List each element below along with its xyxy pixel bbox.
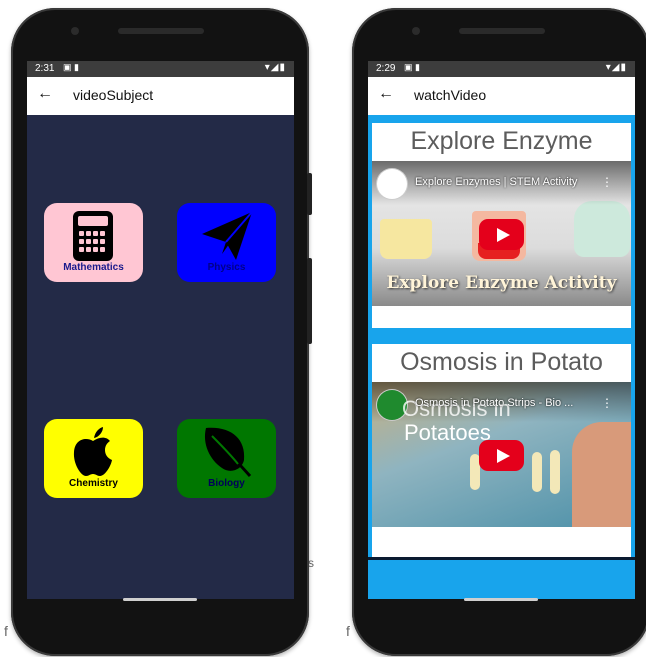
- potato-strip: [532, 452, 542, 492]
- page-title: videoSubject: [73, 87, 154, 103]
- youtube-play-icon[interactable]: [479, 440, 524, 471]
- subject-label: Mathematics: [63, 262, 124, 273]
- video-heading: Osmosis in Potato: [400, 348, 603, 376]
- status-time: 2:31: [35, 63, 55, 74]
- status-bar: 2:29 ▣ ▮ ▾◢▮: [368, 61, 635, 77]
- status-bar: 2:31 ▣ ▮ ▾◢▮: [27, 61, 294, 77]
- subject-grid: Mathematics Physics Chemistry Biology: [27, 115, 294, 599]
- subject-label: Biology: [208, 478, 245, 489]
- video-player[interactable]: Osmosis in Osmosis in Potato Strips - Bi…: [372, 382, 631, 527]
- screen: 2:31 ▣ ▮ ▾◢▮ ← videoSubject Mathematics …: [27, 61, 294, 599]
- video-card: Osmosis in Potato Osmosis in Osmosis in …: [372, 344, 631, 557]
- video-overlay-text: Explore Enzyme Activity: [386, 273, 617, 293]
- signal-battery-icons: ▾◢▮: [605, 62, 627, 73]
- power-button: [307, 173, 312, 215]
- potato-strip: [550, 450, 560, 494]
- youtube-play-icon[interactable]: [479, 219, 524, 250]
- beaker-green: [574, 201, 630, 257]
- phone-frame-videos: 2:29 ▣ ▮ ▾◢▮ ← watchVideo Explore Enzyme: [352, 8, 646, 656]
- back-arrow-icon[interactable]: ←: [37, 85, 53, 103]
- app-bar: ← watchVideo: [368, 77, 635, 115]
- subject-tile-biology[interactable]: Biology: [177, 419, 276, 498]
- screen: 2:29 ▣ ▮ ▾◢▮ ← watchVideo Explore Enzyme: [368, 61, 635, 599]
- video-list[interactable]: Explore Enzyme Explore Enzymes | STEM Ac…: [368, 115, 635, 599]
- signal-battery-icons: ▾◢▮: [264, 62, 286, 73]
- page-title: watchVideo: [414, 87, 487, 103]
- app-bar: ← videoSubject: [27, 77, 294, 115]
- home-indicator[interactable]: [464, 598, 538, 601]
- calculator-icon: [73, 211, 113, 261]
- video-title[interactable]: Osmosis in Potato Strips - Bio ...: [415, 397, 573, 409]
- leaf-icon: [204, 427, 252, 477]
- notification-icons: ▣ ▮: [404, 62, 420, 72]
- volume-button: [307, 258, 312, 344]
- earpiece-speaker: [118, 28, 204, 34]
- video-card: Explore Enzyme Explore Enzymes | STEM Ac…: [372, 123, 631, 328]
- background-letter: f: [346, 623, 350, 639]
- earpiece-speaker: [459, 28, 545, 34]
- phone-frame-subjects: 2:31 ▣ ▮ ▾◢▮ ← videoSubject Mathematics …: [11, 8, 312, 656]
- more-options-icon[interactable]: ⋮: [601, 175, 613, 189]
- subject-tile-chemistry[interactable]: Chemistry: [44, 419, 143, 498]
- beaker-yellow: [380, 219, 432, 259]
- hand: [572, 422, 631, 527]
- video-overlay-text: Potatoes: [404, 420, 491, 445]
- subject-label: Physics: [207, 262, 246, 273]
- front-camera: [412, 27, 420, 35]
- more-options-icon[interactable]: ⋮: [601, 396, 613, 410]
- video-heading: Explore Enzyme: [410, 127, 593, 155]
- separator: [368, 557, 635, 560]
- paper-plane-icon: [202, 211, 253, 260]
- background-letter: f: [4, 623, 8, 639]
- back-arrow-icon[interactable]: ←: [378, 85, 394, 103]
- subject-tile-physics[interactable]: Physics: [177, 203, 276, 282]
- subject-tile-mathematics[interactable]: Mathematics: [44, 203, 143, 282]
- video-player[interactable]: Explore Enzymes | STEM Activity ⋮ Explor…: [372, 161, 631, 306]
- notification-icons: ▣ ▮: [63, 62, 79, 72]
- subject-label: Chemistry: [69, 478, 118, 489]
- apple-icon: [73, 427, 112, 476]
- front-camera: [71, 27, 79, 35]
- status-time: 2:29: [376, 63, 396, 74]
- video-title[interactable]: Explore Enzymes | STEM Activity: [415, 176, 577, 188]
- home-indicator[interactable]: [123, 598, 197, 601]
- channel-logo[interactable]: [377, 169, 407, 199]
